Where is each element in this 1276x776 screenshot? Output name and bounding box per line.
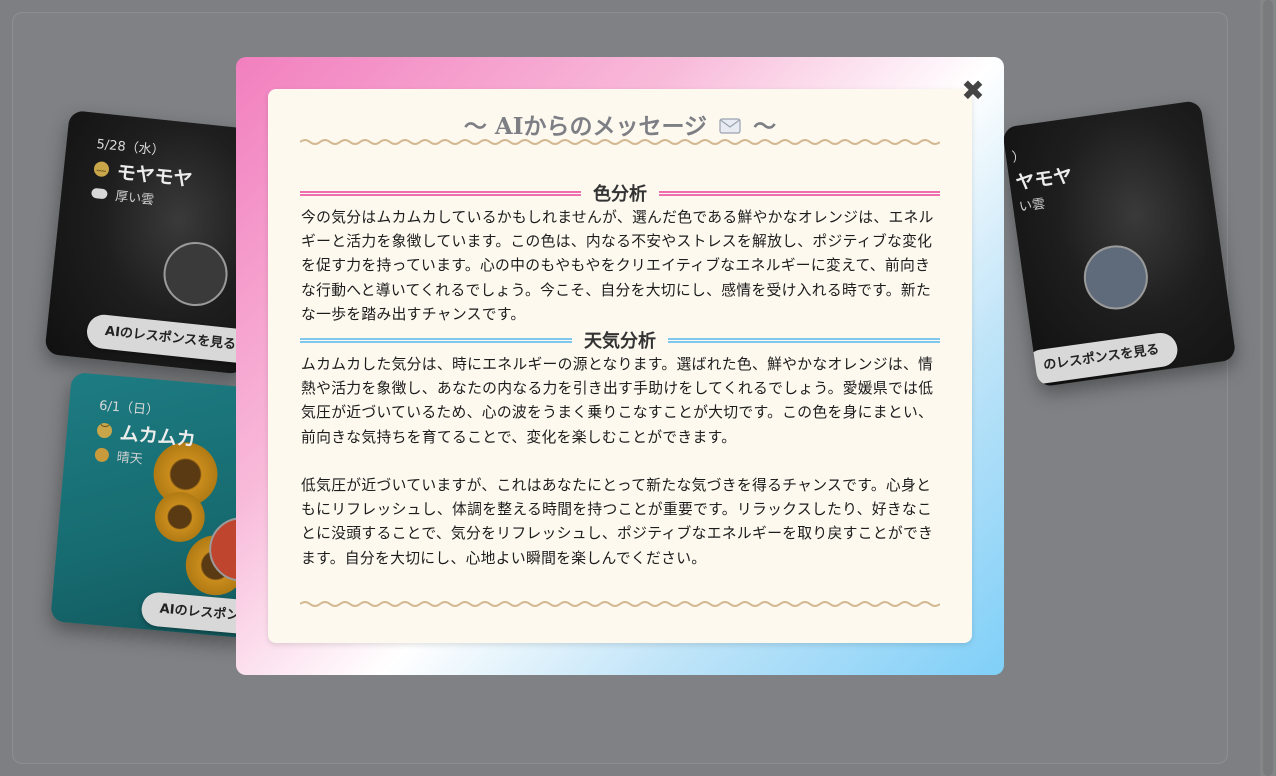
sun-icon — [94, 446, 110, 463]
card-weather-label: 厚い雲 — [114, 189, 155, 209]
card-mood: ヤモヤ — [1014, 161, 1074, 196]
card-weather-label: 晴天 — [116, 450, 144, 468]
mood-color-swatch — [1079, 241, 1153, 314]
modal-title-text: 〜 AIからのメッセージ — [463, 113, 708, 140]
mood-emoji-icon: ﹏ — [93, 160, 110, 178]
ai-response-button[interactable]: AIのレスポンスを見る — [85, 313, 256, 365]
heading-rule — [659, 190, 940, 196]
card-weather: い雲 — [1018, 193, 1046, 215]
wavy-divider — [300, 601, 940, 607]
card-weather: 晴天 — [94, 444, 143, 467]
modal-title-suffix: 〜 — [753, 113, 777, 140]
angry-face-icon: ︶ — [96, 422, 113, 439]
mood-card[interactable]: ） ヤモヤ い雲 のレスポンスを見る — [1001, 100, 1237, 388]
cloud-icon — [91, 187, 108, 199]
heading-rule — [300, 337, 572, 343]
card-weather-label: い雲 — [1018, 196, 1047, 216]
section-title: 色分析 — [593, 184, 647, 205]
section-heading-color: 色分析 — [300, 180, 940, 206]
color-analysis-text: 今の気分はムカムカしているかもしれませんが、選んだ色である鮮やかなオレンジは、エ… — [301, 209, 934, 323]
close-button[interactable]: ✖ — [958, 76, 988, 106]
wavy-divider — [300, 139, 940, 145]
section-heading-weather: 天気分析 — [300, 327, 940, 353]
scrollbar-track[interactable] — [1260, 0, 1276, 776]
card-mood-label: ヤモヤ — [1014, 164, 1074, 195]
modal-title: 〜 AIからのメッセージ 〜 — [268, 107, 972, 141]
heading-rule — [668, 337, 940, 343]
section-title: 天気分析 — [584, 331, 656, 352]
card-date: ） — [1011, 148, 1027, 166]
weather-analysis-text-2: 低気圧が近づいていますが、これはあなたにとって新たな気づきを得るチャンスです。心… — [301, 477, 934, 567]
card-date: 6/1（日） — [98, 398, 160, 419]
mood-color-swatch — [160, 238, 231, 310]
scrollbar-thumb[interactable] — [1263, 0, 1273, 776]
heading-rule — [300, 190, 581, 196]
message-paper: 〜 AIからのメッセージ 〜 色分析 今の気分はムカムカしているかもしれませんが… — [268, 89, 972, 643]
envelope-icon — [719, 118, 741, 134]
weather-analysis-text: ムカムカした気分は、時にエネルギーの源となります。選ばれた色、鮮やかなオレンジは… — [301, 356, 934, 446]
